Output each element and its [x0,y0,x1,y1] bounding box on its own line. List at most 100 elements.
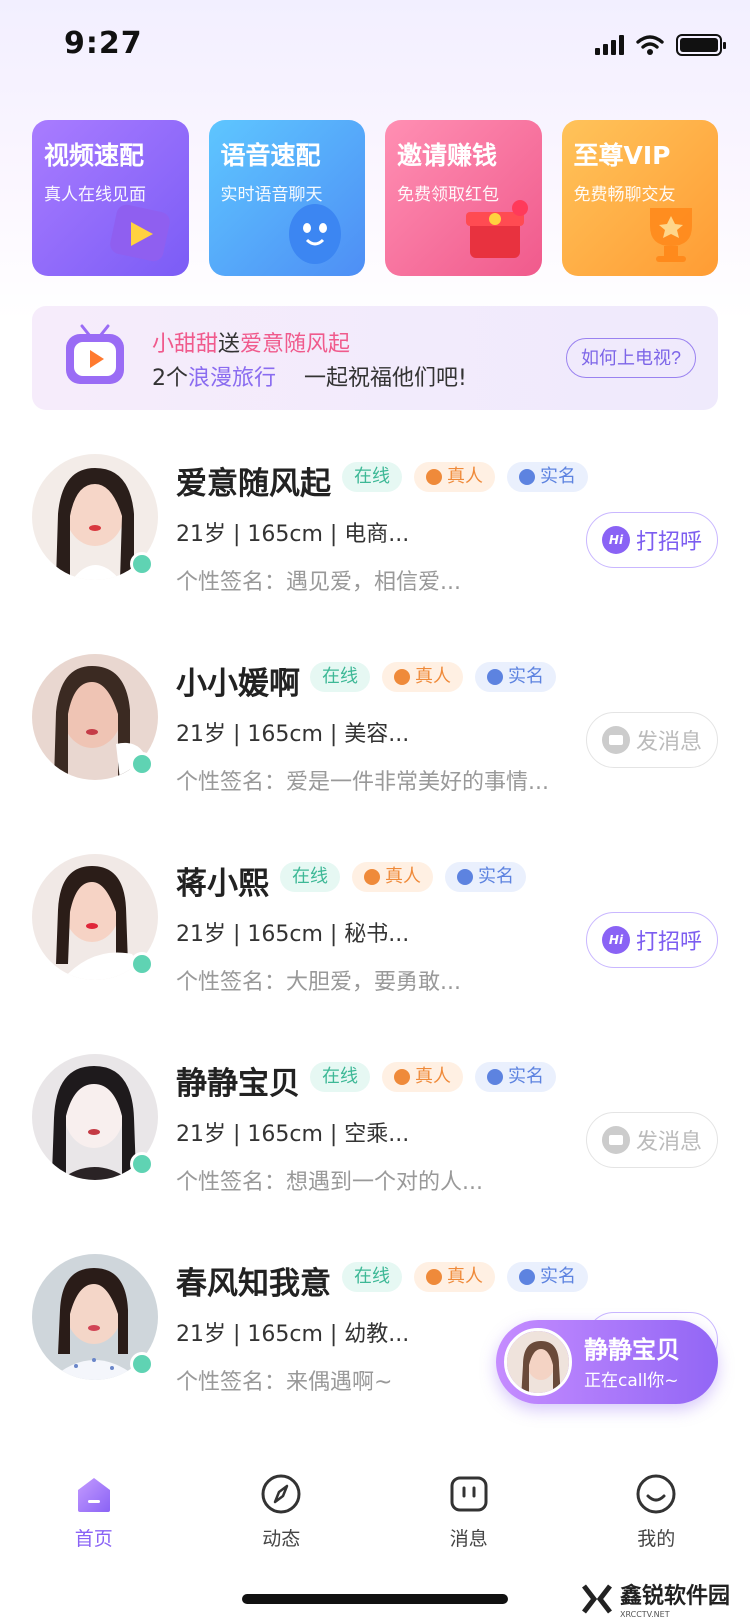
greet-button-label: 打招呼 [635,930,702,955]
list-item[interactable]: 静静宝贝 在线 真人 实名 21岁 | 165cm | 空乘... 个性签名：想… [0,1040,750,1240]
status-icons [595,34,726,56]
user-tags: 在线 真人 实名 [310,1062,556,1092]
user-signature: 个性签名：大胆爱，要勇敢... [176,970,461,995]
battery-icon [676,34,726,56]
verified-tag: 实名 [475,1062,556,1092]
send-message-button-label: 发消息 [635,1130,702,1155]
person-icon [426,469,442,485]
card-title: 至尊VIP [573,141,671,170]
card-invite-earn[interactable]: 邀请赚钱 免费领取红包 [385,120,542,276]
verified-icon [519,469,535,485]
red-envelope-icon [465,200,528,258]
card-title: 邀请赚钱 [397,141,498,170]
list-item[interactable]: 蒋小熙 在线 真人 实名 21岁 | 165cm | 秘书... 个性签名：大胆… [0,840,750,1040]
real-person-tag: 真人 [414,1262,495,1292]
banner-recipient: 爱意随风起 [240,332,351,357]
home-icon [77,1478,110,1512]
tab-messages[interactable]: 消息 [375,1460,563,1580]
caller-avatar [504,1328,572,1396]
verified-icon [487,1069,503,1085]
real-person-tag-label: 真人 [415,666,451,687]
verified-tag: 实名 [507,1262,588,1292]
incoming-call-popup[interactable]: 静静宝贝 正在call你~ [496,1320,718,1404]
list-item[interactable]: 爱意随风起 在线 真人 实名 21岁 | 165cm | 电商... 个性签名：… [0,440,750,640]
greet-button-label: 打招呼 [635,530,702,555]
tv-icon [66,324,124,384]
user-tags: 在线 真人 实名 [280,862,526,892]
watermark-sub: XRCCTV.NET [619,1610,670,1619]
feature-cards: 视频速配 真人在线见面 语音速配 实时语音聊天 邀请赚钱 免费领取红包 至尊VI… [32,120,718,276]
online-indicator [130,952,154,976]
person-icon [426,1269,442,1285]
mail-icon [601,1126,630,1154]
online-tag: 在线 [342,1262,402,1292]
status-time: 9:27 [64,26,143,61]
send-message-button[interactable]: 发消息 [586,712,718,768]
tv-gift-banner[interactable]: 小甜甜送爱意随风起 2个浪漫旅行 一起祝福他们吧! 如何上电视? [32,306,718,410]
real-person-tag: 真人 [382,1062,463,1092]
smile-profile-icon [636,1474,676,1514]
banner-line-1: 小甜甜送爱意随风起 [152,326,350,358]
card-vip[interactable]: 至尊VIP 免费畅聊交友 [561,120,718,276]
watermark-logo-icon [582,1583,612,1614]
tab-moments[interactable]: 动态 [188,1460,376,1580]
greet-button[interactable]: Hi 打招呼 [586,512,718,568]
verified-tag: 实名 [475,662,556,692]
status-bar: 9:27 [0,0,750,90]
real-person-tag-label: 真人 [447,1266,483,1287]
verified-tag-label: 实名 [478,866,514,887]
tab-label: 消息 [449,1528,488,1550]
send-message-button[interactable]: 发消息 [586,1112,718,1168]
online-indicator [130,752,154,776]
blob-mascot-icon [289,204,341,264]
verified-icon [457,869,473,885]
person-icon [394,1069,410,1085]
tab-profile[interactable]: 我的 [563,1460,750,1580]
user-name: 蒋小熙 [176,866,269,902]
tab-home[interactable]: 首页 [0,1460,188,1580]
online-tag: 在线 [310,662,370,692]
watermark: 鑫锐软件园 XRCCTV.NET [580,1578,730,1619]
user-name: 小小媛啊 [176,666,300,702]
online-indicator [130,552,154,576]
verified-tag-label: 实名 [508,666,544,687]
banner-gift-name: 浪漫旅行 [188,366,277,391]
user-name: 静静宝贝 [176,1066,300,1102]
user-list: 爱意随风起 在线 真人 实名 21岁 | 165cm | 电商... 个性签名：… [0,440,750,1440]
greet-button[interactable]: Hi 打招呼 [586,912,718,968]
real-person-tag-label: 真人 [385,866,421,887]
user-tags: 在线 真人 实名 [342,462,588,492]
verified-icon [519,1269,535,1285]
card-voice-match[interactable]: 语音速配 实时语音聊天 [208,120,365,276]
online-tag: 在线 [310,1062,370,1092]
verified-tag-label: 实名 [540,466,576,487]
tab-label: 动态 [262,1528,301,1550]
user-info: 21岁 | 165cm | 美容... [176,722,410,747]
user-tags: 在线 真人 实名 [342,1262,588,1292]
how-to-tv-button[interactable]: 如何上电视? [565,338,696,378]
card-video-match[interactable]: 视频速配 真人在线见面 [32,120,189,276]
card-title: 语音速配 [220,141,321,170]
caller-name: 静静宝贝 [584,1336,680,1364]
online-indicator [130,1152,154,1176]
hi-icon: Hi [601,526,630,554]
user-info: 21岁 | 165cm | 空乘... [176,1122,410,1147]
watermark-title: 鑫锐软件园 [619,1584,730,1609]
online-tag: 在线 [342,462,402,492]
compass-icon [261,1474,301,1514]
call-status: 正在call你~ [584,1371,679,1391]
card-title: 视频速配 [44,141,145,170]
banner-sender: 小甜甜 [152,332,219,357]
online-tag: 在线 [280,862,340,892]
send-message-button-label: 发消息 [635,730,702,755]
cellular-signal-icon [595,35,624,55]
list-item[interactable]: 小小媛啊 在线 真人 实名 21岁 | 165cm | 美容... 个性签名：爱… [0,640,750,840]
verified-tag-label: 实名 [508,1066,544,1087]
user-signature: 个性签名：爱是一件非常美好的事情... [176,770,549,795]
wifi-icon [636,35,664,55]
real-person-tag-label: 真人 [447,466,483,487]
user-info: 21岁 | 165cm | 幼教... [176,1322,410,1347]
user-signature: 个性签名：遇见爱，相信爱... [176,570,461,595]
user-name: 春风知我意 [176,1266,331,1302]
person-icon [394,669,410,685]
